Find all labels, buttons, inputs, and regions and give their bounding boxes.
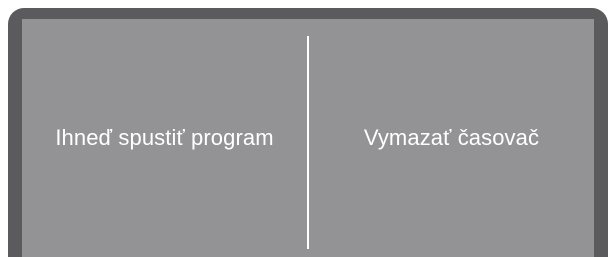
display-frame: Ihneď spustiť program Vymazať časovač [8, 8, 608, 257]
clear-timer-button[interactable]: Vymazať časovač [309, 19, 594, 257]
start-program-now-button[interactable]: Ihneď spustiť program [22, 19, 307, 257]
display-screen: Ihneď spustiť program Vymazať časovač [22, 19, 594, 257]
